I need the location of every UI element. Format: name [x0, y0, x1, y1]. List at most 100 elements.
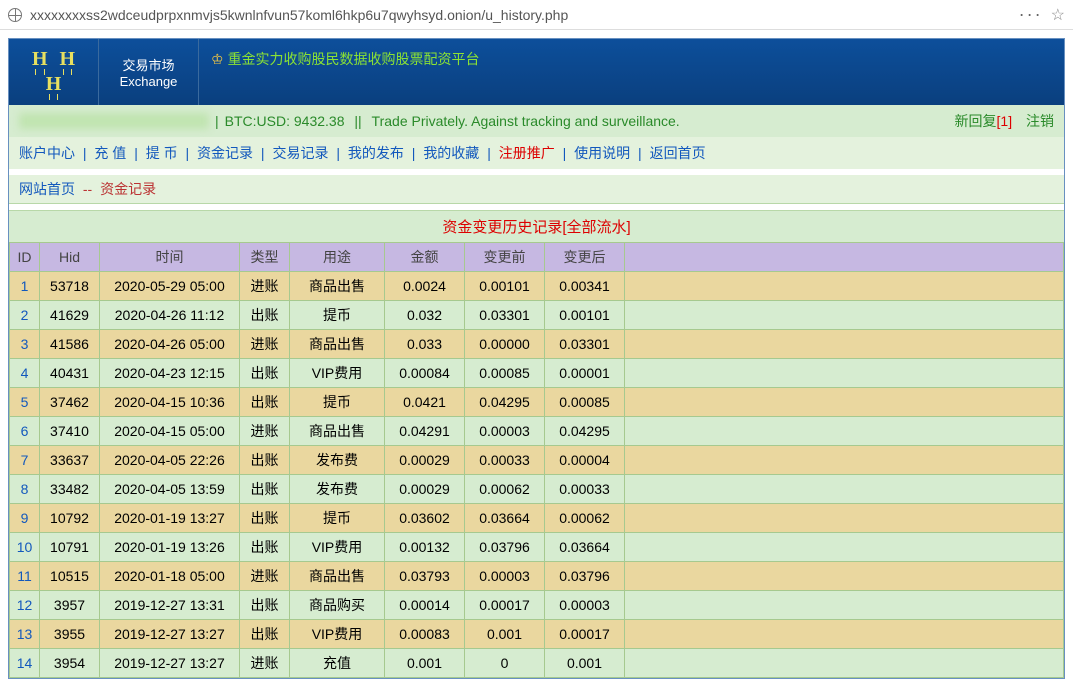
table-row: 3415862020-04-26 05:00进账商品出售0.0330.00000… — [10, 330, 1064, 359]
cell — [625, 504, 1064, 533]
cell: 0.0024 — [385, 272, 465, 301]
cell: 0.00017 — [545, 620, 625, 649]
cell: 2019-12-27 13:27 — [100, 649, 240, 678]
cell: 商品出售 — [290, 562, 385, 591]
banner-text: 重金实力收购股民数据收购股票配资平台 — [228, 51, 480, 67]
cell: 2020-01-19 13:27 — [100, 504, 240, 533]
logo-h-icon: H — [32, 48, 48, 71]
cell: 0.00004 — [545, 446, 625, 475]
cell: 进账 — [240, 649, 290, 678]
cell: 3957 — [40, 591, 100, 620]
new-reply-link[interactable]: 新回复[1] — [955, 113, 1013, 129]
cell: 2020-04-05 22:26 — [100, 446, 240, 475]
cell: 0.03664 — [465, 504, 545, 533]
nav-separator: | — [257, 145, 268, 161]
bookmark-star-icon[interactable]: ☆ — [1051, 5, 1065, 25]
cell: 3954 — [40, 649, 100, 678]
cell: 0.00132 — [385, 533, 465, 562]
cell: 发布费 — [290, 475, 385, 504]
nav-link[interactable]: 账户中心 — [19, 145, 75, 161]
cell: 0.00003 — [465, 562, 545, 591]
cell: 2020-04-26 05:00 — [100, 330, 240, 359]
table-row: 10107912020-01-19 13:26出账VIP费用0.001320.0… — [10, 533, 1064, 562]
cell: 出账 — [240, 388, 290, 417]
cell: 出账 — [240, 504, 290, 533]
cell: 41586 — [40, 330, 100, 359]
logout-link[interactable]: 注销 — [1026, 113, 1054, 129]
col-header: Hid — [40, 243, 100, 272]
cell: 出账 — [240, 475, 290, 504]
main-nav: 账户中心 | 充 值 | 提 币 | 资金记录 | 交易记录 | 我的发布 | … — [9, 137, 1064, 169]
cell — [625, 359, 1064, 388]
cell: 37462 — [40, 388, 100, 417]
cell: 5 — [10, 388, 40, 417]
exchange-label[interactable]: 交易市场 Exchange — [99, 39, 199, 105]
cell: 53718 — [40, 272, 100, 301]
nav-link[interactable]: 返回首页 — [650, 145, 706, 161]
col-header: 变更前 — [465, 243, 545, 272]
cell — [625, 562, 1064, 591]
cell: 0.00017 — [465, 591, 545, 620]
cell: 4 — [10, 359, 40, 388]
cell — [625, 330, 1064, 359]
nav-link[interactable]: 资金记录 — [197, 145, 253, 161]
cell: 0.033 — [385, 330, 465, 359]
cell: 6 — [10, 417, 40, 446]
separator: | — [215, 113, 219, 129]
nav-separator: | — [408, 145, 419, 161]
cell: 出账 — [240, 533, 290, 562]
cell: 发布费 — [290, 446, 385, 475]
col-header: 时间 — [100, 243, 240, 272]
table-row: 5374622020-04-15 10:36出账提币0.04210.042950… — [10, 388, 1064, 417]
nav-link[interactable]: 我的发布 — [348, 145, 404, 161]
cell: 0.001 — [465, 620, 545, 649]
cell: 0.04295 — [545, 417, 625, 446]
cell: 提币 — [290, 504, 385, 533]
col-header: 变更后 — [545, 243, 625, 272]
nav-link[interactable]: 提 币 — [146, 145, 178, 161]
cell: 充值 — [290, 649, 385, 678]
table-row: 6374102020-04-15 05:00进账商品出售0.042910.000… — [10, 417, 1064, 446]
cell: 0.03796 — [465, 533, 545, 562]
cell: 2019-12-27 13:31 — [100, 591, 240, 620]
cell: 提币 — [290, 301, 385, 330]
user-info-blurred — [19, 113, 209, 129]
page-actions-icon[interactable]: ··· — [1019, 4, 1043, 25]
cell: 37410 — [40, 417, 100, 446]
tagline: Trade Privately. Against tracking and su… — [372, 113, 680, 129]
cell: 出账 — [240, 359, 290, 388]
nav-link[interactable]: 注册推广 — [499, 145, 555, 161]
cell: 0.00101 — [465, 272, 545, 301]
logo[interactable]: H H H — [9, 39, 99, 105]
cell: 2020-04-26 11:12 — [100, 301, 240, 330]
cell: 0.03602 — [385, 504, 465, 533]
site-identity-icon[interactable] — [8, 8, 22, 22]
table-header-row: IDHid时间类型用途金额变更前变更后 — [10, 243, 1064, 272]
cell: 2 — [10, 301, 40, 330]
cell: 2020-04-15 05:00 — [100, 417, 240, 446]
nav-link[interactable]: 使用说明 — [574, 145, 630, 161]
url-text[interactable]: xxxxxxxxss2wdceudprpxnmvjs5kwnlnfvun57ko… — [30, 7, 1011, 23]
cell: 2020-04-15 10:36 — [100, 388, 240, 417]
cell: 0.00003 — [545, 591, 625, 620]
breadcrumb-current: 资金记录 — [100, 181, 156, 197]
cell: 0 — [465, 649, 545, 678]
breadcrumb-home[interactable]: 网站首页 — [19, 181, 75, 197]
nav-link[interactable]: 充 值 — [94, 145, 126, 161]
cell — [625, 301, 1064, 330]
nav-link[interactable]: 我的收藏 — [423, 145, 479, 161]
nav-separator: | — [182, 145, 193, 161]
cell — [625, 417, 1064, 446]
cell: 进账 — [240, 417, 290, 446]
cell: 0.00341 — [545, 272, 625, 301]
cell: 0.00033 — [545, 475, 625, 504]
cell: 3 — [10, 330, 40, 359]
nav-link[interactable]: 交易记录 — [272, 145, 328, 161]
cell: 0.04295 — [465, 388, 545, 417]
cell: 0.00029 — [385, 446, 465, 475]
cell: 2020-04-05 13:59 — [100, 475, 240, 504]
cell: 9 — [10, 504, 40, 533]
cell: 0.00033 — [465, 446, 545, 475]
cell: 14 — [10, 649, 40, 678]
cell: 0.03793 — [385, 562, 465, 591]
